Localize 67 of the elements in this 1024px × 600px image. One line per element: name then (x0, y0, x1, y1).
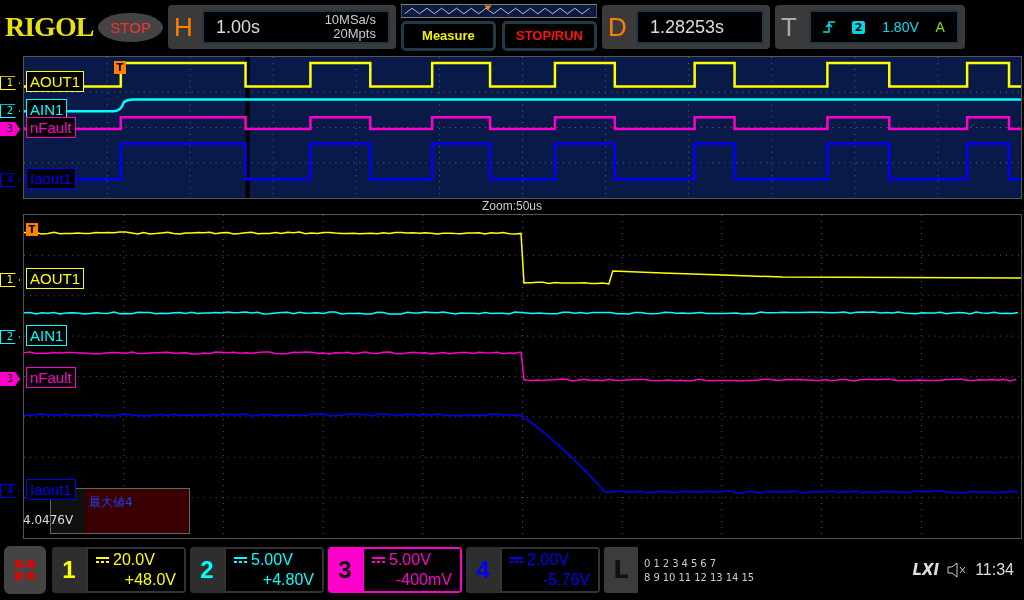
lxi-logo: LXI (912, 561, 940, 580)
stop-run-button[interactable]: STOP/RUN (501, 20, 597, 51)
channel-tile[interactable]: 3 5.00V -400mV (328, 547, 462, 594)
muted-speaker-icon[interactable] (947, 562, 968, 579)
logic-bit: 10 (662, 571, 676, 583)
channel-scale: 20.0V (113, 550, 155, 571)
logic-bit: 15 (741, 571, 755, 583)
channel-tile[interactable]: 2 5.00V +4.80V (190, 547, 324, 594)
channel-marker[interactable]: 2 (0, 329, 20, 344)
measure-button[interactable]: Measure (400, 20, 496, 51)
trace-label: Iaout1 (26, 168, 76, 190)
channel-scale: 2.00V (527, 550, 569, 571)
channel-scale: 5.00V (389, 550, 431, 571)
logic-bit: 5 (690, 557, 698, 569)
channel-marker[interactable]: 3 (0, 371, 20, 386)
channel-offset: +48.0V (123, 570, 176, 591)
channel-marker[interactable]: 1 (0, 76, 20, 91)
panel-letter: H (173, 11, 194, 43)
trigger-panel[interactable]: T 2 1.80V A (774, 5, 965, 50)
panel-letter: T (780, 11, 798, 43)
channel-scale: 5.00V (251, 550, 293, 571)
horizontal-panel[interactable]: H 1.00s 10MSa/s 20Mpts (167, 5, 396, 50)
logic-bit: 11 (678, 571, 692, 583)
logic-bit: 14 (725, 571, 739, 583)
channel-marker[interactable]: 3 (0, 122, 20, 137)
sample-rate-text: 10MSa/s 20Mpts (324, 13, 376, 42)
channel-marker[interactable]: 1 (0, 272, 20, 287)
delay-value: 1.28253s (649, 16, 724, 38)
channel-offset: -400mV (394, 570, 452, 591)
measurement-name: 最大値4 (89, 494, 134, 512)
channel-offset: +4.80V (261, 570, 314, 591)
logic-bit: 1 (653, 557, 660, 569)
logic-bit: 2 (662, 557, 670, 569)
trace-label: AOUT1 (26, 267, 84, 289)
channel-tile[interactable]: 1 20.0V +48.0V (52, 547, 186, 594)
channel-offset: -5.76V (541, 570, 590, 591)
grid-icon (14, 559, 36, 582)
logic-bit: 12 (694, 571, 707, 583)
timebase-value: 1.00s (215, 16, 260, 38)
trace-label: nFault (26, 366, 76, 388)
menu-button[interactable] (4, 546, 46, 595)
trigger-level: 1.80V (882, 19, 919, 36)
trace-label: AIN1 (26, 324, 68, 346)
logic-bit: 7 (709, 557, 716, 569)
trace-label: AOUT1 (26, 71, 84, 93)
clock-time: 11:34 (975, 561, 1014, 580)
logic-bit: 3 (672, 557, 679, 569)
trigger-source-badge: 2 (851, 20, 866, 34)
trigger-marker: T (114, 61, 126, 75)
logic-bit: 8 (644, 571, 651, 583)
logic-bit: 0 (644, 557, 651, 569)
panel-letter: D (607, 11, 628, 43)
channel-marker[interactable]: 2 (0, 104, 20, 119)
logic-bit: 6 (700, 557, 707, 569)
rising-edge-icon (822, 20, 835, 35)
logic-bit: 4 (681, 557, 688, 569)
trigger-mode: A (935, 19, 945, 36)
brand-logo: RIGOL (5, 11, 94, 44)
trace-label: nFault (26, 117, 76, 139)
measurement-value: 4.0476V (23, 513, 75, 528)
channel-number: 3 (328, 547, 362, 594)
trigger-marker: T (26, 222, 38, 236)
logic-bit: 9 (653, 571, 660, 583)
trace-label: Iaout1 (26, 478, 76, 500)
logic-bit: 13 (709, 571, 723, 583)
delay-panel[interactable]: D 1.28253s (601, 5, 770, 50)
zoom-label: Zoom:50us (481, 199, 543, 214)
